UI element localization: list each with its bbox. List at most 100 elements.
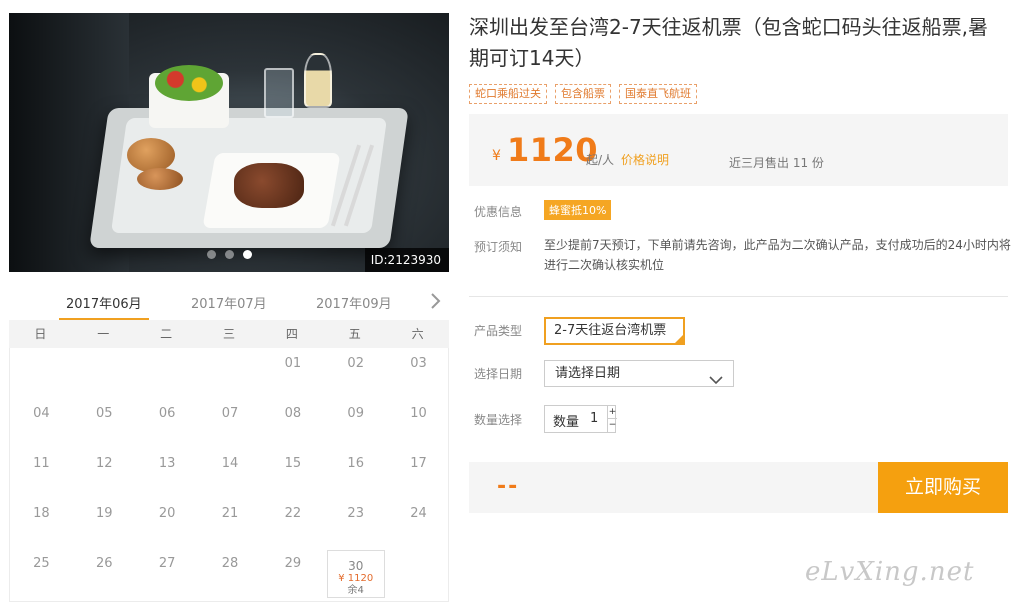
type-label: 产品类型: [474, 324, 523, 338]
calendar-day[interactable]: 04: [10, 398, 72, 448]
calendar-day[interactable]: 16: [325, 448, 387, 498]
purchase-bar: -- 立即购买: [469, 462, 1008, 513]
calendar-day-remaining: 余4: [347, 585, 364, 596]
product-type-option[interactable]: 2-7天往返台湾机票: [544, 317, 685, 345]
calendar-day[interactable]: 05: [73, 398, 135, 448]
price-amount: 1120: [507, 131, 599, 169]
calendar-day[interactable]: 26: [73, 548, 135, 598]
tab-month-2[interactable]: 2017年07月: [191, 293, 267, 312]
calendar-day[interactable]: 24: [388, 498, 450, 548]
calendar-day-number: 04: [33, 406, 50, 421]
price-unit: 起/人: [586, 153, 615, 167]
calendar-day[interactable]: 19: [73, 498, 135, 548]
calendar-day-number: 08: [284, 406, 302, 421]
calendar-day-number: 26: [96, 556, 113, 571]
tag-ferry-ticket: 包含船票: [555, 84, 611, 104]
product-image-carousel[interactable]: ID:2123930: [9, 13, 449, 272]
price-explain-link[interactable]: 价格说明: [621, 151, 669, 168]
carousel-dot-3[interactable]: [243, 250, 252, 259]
calendar-day[interactable]: 09: [325, 398, 387, 448]
calendar-day-number: 07: [221, 406, 239, 421]
qty-plus-button[interactable]: +: [607, 406, 617, 419]
next-month-chevron-icon[interactable]: [429, 291, 443, 311]
calendar-day[interactable]: 27: [136, 548, 198, 598]
calendar-day[interactable]: 13: [136, 448, 198, 498]
calendar-day-number: 17: [410, 456, 427, 471]
calendar-day-number: 22: [284, 506, 302, 521]
selected-corner-icon: [675, 335, 683, 343]
steak: [234, 163, 304, 208]
calendar-day-number: 19: [96, 506, 113, 521]
calendar-day-number: 23: [347, 506, 364, 521]
tab-month-1[interactable]: 2017年06月: [66, 293, 142, 312]
calendar-day[interactable]: 22: [262, 498, 324, 548]
calendar-day[interactable]: 17: [388, 448, 450, 498]
calendar-day[interactable]: 25: [10, 548, 72, 598]
qty-inner-label: 数量: [553, 415, 580, 430]
calendar-day[interactable]: 08: [262, 398, 324, 448]
calendar-day[interactable]: 20: [136, 498, 198, 548]
calendar-day-number: 11: [33, 456, 50, 471]
currency-symbol: ¥: [492, 148, 501, 164]
price-box: ¥ 1120 起/人 价格说明 近三月售出 11 份: [469, 114, 1008, 186]
chevron-down-icon: [709, 369, 723, 394]
carousel-dot-2[interactable]: [225, 250, 234, 259]
salad: [155, 65, 223, 101]
qty-value[interactable]: 1: [590, 411, 598, 426]
calendar-day-number: 02: [347, 356, 364, 371]
calendar-day-price: ¥ 1120: [338, 573, 374, 584]
date-select[interactable]: 请选择日期: [544, 360, 734, 387]
calendar-day[interactable]: 10: [388, 398, 450, 448]
calendar-day[interactable]: 06: [136, 398, 198, 448]
calendar-day-number: 13: [158, 456, 176, 471]
bread-slice: [137, 168, 183, 190]
calendar-day[interactable]: 15: [262, 448, 324, 498]
calendar-day[interactable]: 18: [10, 498, 72, 548]
calendar-day-number: 16: [347, 456, 364, 471]
calendar-day[interactable]: 14: [199, 448, 261, 498]
quantity-stepper: 数量 1 + −: [544, 405, 617, 433]
calendar-day[interactable]: 29: [262, 548, 324, 598]
wine-glass: [304, 53, 332, 108]
calendar-day[interactable]: 01: [262, 348, 324, 398]
carousel-dots: [207, 250, 252, 259]
carousel-dot-1[interactable]: [207, 250, 216, 259]
calendar-day-number: 14: [221, 456, 239, 471]
calendar-day[interactable]: 12: [73, 448, 135, 498]
product-tags: 蛇口乘船过关 包含船票 国泰直飞航班: [469, 84, 697, 104]
calendar-day[interactable]: 03: [388, 348, 450, 398]
product-title: 深圳出发至台湾2-7天往返机票（包含蛇口码头往返船票,暑期可订14天）: [469, 15, 989, 70]
date-label: 选择日期: [474, 367, 523, 381]
calendar-grid: 01 02 03 04 05 06 07 08 09 10 11 12 13 14 15 16 17 18 19 20…: [9, 348, 449, 602]
calendar-day[interactable]: 11: [10, 448, 72, 498]
promo-label: 优惠信息: [474, 205, 523, 219]
calendar-day[interactable]: 23: [325, 498, 387, 548]
calendar-day-number: 20: [158, 506, 176, 521]
site-watermark: eLvXing.net: [805, 557, 975, 587]
calendar-day[interactable]: 02: [325, 348, 387, 398]
water-glass: [264, 68, 294, 118]
image-id-badge: ID:2123930: [364, 248, 449, 272]
calendar-day-number: 28: [221, 556, 239, 571]
calendar-day-number: 27: [158, 556, 176, 571]
calendar-day-number: 03: [410, 356, 427, 371]
calendar-day-number: 24: [410, 506, 427, 521]
weekday-label: 三: [223, 327, 236, 341]
calendar-day[interactable]: 30 ¥ 1120 余4: [326, 550, 385, 598]
notice-label: 预订须知: [474, 240, 523, 254]
calendar-day-number: 10: [410, 406, 427, 421]
product-type-value: 2-7天往返台湾机票: [554, 323, 667, 338]
calendar-day-number: 05: [96, 406, 113, 421]
calendar-day-number: 12: [96, 456, 113, 471]
calendar-day[interactable]: 28: [199, 548, 261, 598]
buy-now-button[interactable]: 立即购买: [878, 462, 1008, 513]
calendar-day[interactable]: 21: [199, 498, 261, 548]
calendar-day-number: 06: [158, 406, 176, 421]
weekday-label: 一: [97, 327, 110, 341]
weekday-label: 六: [411, 327, 424, 341]
product-page: ID:2123930 2017年06月 2017年07月 2017年09月 日 …: [0, 0, 1013, 606]
calendar-day[interactable]: 07: [199, 398, 261, 448]
qty-minus-button[interactable]: −: [607, 419, 617, 432]
tab-month-3[interactable]: 2017年09月: [316, 293, 392, 312]
calendar-day-number: 30: [348, 559, 364, 573]
